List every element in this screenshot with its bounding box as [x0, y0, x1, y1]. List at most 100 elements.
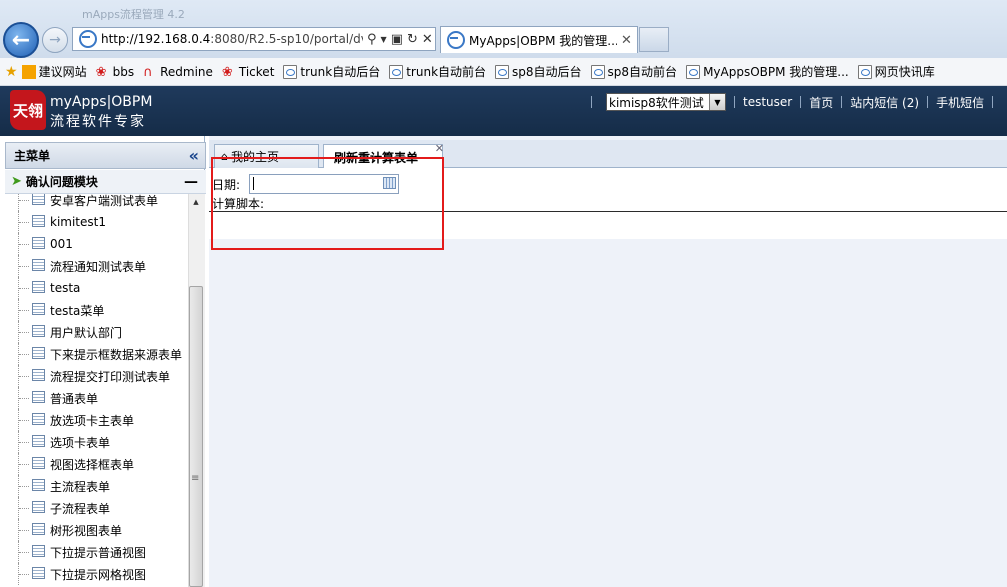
sidebar-menu-item-label: testa [50, 281, 81, 295]
logo: 天翎 [10, 90, 46, 130]
sidebar-menu-item-label: 001 [50, 237, 73, 251]
home-link[interactable]: 首页 [809, 94, 833, 111]
sidebar-menu-item[interactable]: 主流程表单 [5, 475, 188, 497]
sidebar-menu-item[interactable]: 选项卡表单 [5, 431, 188, 453]
stop-icon[interactable]: ✕ [422, 32, 433, 47]
form-icon [32, 479, 45, 491]
refresh-icon[interactable]: ↻ [407, 32, 418, 47]
sidebar-menu-item[interactable]: 树形视图表单 [5, 519, 188, 541]
tree-connector [19, 508, 29, 509]
sidebar-menu-item-label: 树形视图表单 [50, 523, 123, 538]
sidebar-menu-item[interactable]: 001 [5, 233, 188, 255]
tree-connector [19, 354, 29, 355]
arrow-left-icon: ← [11, 27, 31, 53]
user-name[interactable]: testuser [743, 95, 792, 109]
browser-tab-active[interactable]: MyApps|OBPM 我的管理... ✕ [440, 26, 638, 53]
scroll-thumb[interactable] [189, 286, 203, 587]
sidebar-menu-item[interactable]: 流程提交打印测试表单 [5, 365, 188, 387]
back-button[interactable]: ← [3, 22, 39, 58]
sidebar-menu-item[interactable]: 普通表单 [5, 387, 188, 409]
sidebar-menu-item[interactable]: 子流程表单 [5, 497, 188, 519]
form-icon [32, 391, 45, 403]
address-bar[interactable]: http://192.168.0.4:8080/R2.5-sp10/portal… [72, 27, 436, 51]
sidebar-menu-item[interactable]: 下来提示框数据来源表单 [5, 343, 188, 365]
compat-view-icon[interactable]: ▣ [391, 32, 403, 47]
sidebar-menu-item[interactable]: 下拉提示普通视图 [5, 541, 188, 563]
divider [800, 96, 802, 108]
module-title: 确认问题模块 [25, 175, 98, 189]
ie-icon [447, 31, 465, 49]
sidebar-menu-item-label: 流程通知测试表单 [50, 259, 147, 274]
sidebar-menu-item[interactable]: kimitest1 [5, 211, 188, 233]
form-icon [32, 457, 45, 469]
form-icon [32, 347, 45, 359]
favorite-link[interactable]: sp8自动前台 [590, 63, 677, 80]
favorite-link[interactable]: 建议网站 [21, 63, 87, 80]
sidebar-menu-item[interactable]: testa菜单 [5, 299, 188, 321]
form-icon [32, 325, 45, 337]
favorite-link[interactable]: MyAppsOBPM 我的管理... [686, 63, 849, 80]
tree-connector [19, 332, 29, 333]
scroll-grip-icon: ≡ [191, 473, 200, 484]
favorite-link[interactable]: ∩ Redmine [143, 65, 213, 80]
page-icon [495, 64, 510, 79]
favorite-link[interactable]: ❀ Ticket [222, 65, 275, 80]
divider [591, 96, 592, 108]
sidebar-menu-item-label: 下拉提示网格视图 [50, 567, 147, 582]
sidebar-menu-item-label: 下拉提示普通视图 [50, 545, 147, 560]
tree-connector [19, 376, 29, 377]
sidebar-menu-item[interactable]: 下拉提示网格视图 [5, 563, 188, 585]
new-tab-button[interactable] [639, 27, 669, 52]
favorite-link[interactable]: sp8自动后台 [495, 63, 582, 80]
dropdown-arrow-icon[interactable]: ▼ [381, 35, 387, 44]
window-title: mApps流程管理 4.2 [82, 8, 185, 21]
sidebar-module[interactable]: ➤ 确认问题模块 — [5, 170, 206, 194]
chevron-down-icon[interactable]: ▼ [709, 94, 725, 110]
page-icon [590, 64, 605, 79]
form-icon [32, 237, 45, 249]
sidebar-menu-item[interactable]: 用户默认部门 [5, 321, 188, 343]
search-icon[interactable]: ⚲ [367, 32, 377, 47]
form-icon [32, 303, 45, 315]
domain-select[interactable]: kimisp8软件测试 ▼ [606, 93, 726, 111]
scroll-up-arrow-icon[interactable]: ▲ [188, 194, 204, 210]
address-url[interactable]: http://192.168.0.4:8080/R2.5-sp10/portal… [101, 32, 363, 46]
forward-button[interactable]: → [42, 27, 68, 53]
form-icon [32, 523, 45, 535]
form-icon [32, 413, 45, 425]
tree-connector [19, 552, 29, 553]
sidebar-menu-item[interactable]: 流程通知测试表单 [5, 255, 188, 277]
close-icon[interactable]: ✕ [621, 33, 632, 48]
messages-link[interactable]: 站内短信 (2) [850, 94, 919, 111]
sidebar-menu-item[interactable]: testa [5, 277, 188, 299]
sidebar-menu-item-label: 安卓客户端测试表单 [50, 194, 159, 208]
favorite-link[interactable]: trunk自动后台 [283, 63, 380, 80]
logo-subtitle: 流程软件专家 [50, 114, 146, 130]
page-icon [283, 64, 298, 79]
tree-connector [19, 200, 29, 201]
divider [927, 96, 929, 108]
favorite-link[interactable]: trunk自动前台 [389, 63, 486, 80]
sidebar-menu-item[interactable]: 安卓客户端测试表单 [5, 194, 188, 211]
favorites-bar: ★ 建议网站 ❀ bbs ∩ Redmine ❀ Ticket trunk自动后台 t… [0, 58, 1007, 86]
sms-link[interactable]: 手机短信 [936, 94, 984, 111]
tree-connector [19, 266, 29, 267]
sidebar-menu-item-label: 下来提示框数据来源表单 [50, 347, 183, 362]
ie-icon [79, 30, 97, 48]
favorite-link[interactable]: ❀ bbs [96, 65, 135, 80]
tree-connector [19, 530, 29, 531]
collapse-icon[interactable]: « [189, 146, 199, 165]
tree-connector [19, 310, 29, 311]
close-icon[interactable]: ✕ [435, 142, 444, 155]
favorite-link[interactable]: 网页快讯库 [857, 63, 935, 80]
tree-connector [19, 464, 29, 465]
star-icon[interactable]: ★ [5, 64, 18, 80]
minus-icon[interactable]: — [184, 174, 198, 190]
sidebar-menu-item[interactable]: 放选项卡主表单 [5, 409, 188, 431]
tree-connector [18, 194, 20, 211]
page-icon [389, 64, 404, 79]
form-icon [32, 545, 45, 557]
sidebar-menu-item-label: 普通表单 [50, 391, 99, 406]
tree-connector [19, 288, 29, 289]
sidebar-menu-item[interactable]: 视图选择框表单 [5, 453, 188, 475]
